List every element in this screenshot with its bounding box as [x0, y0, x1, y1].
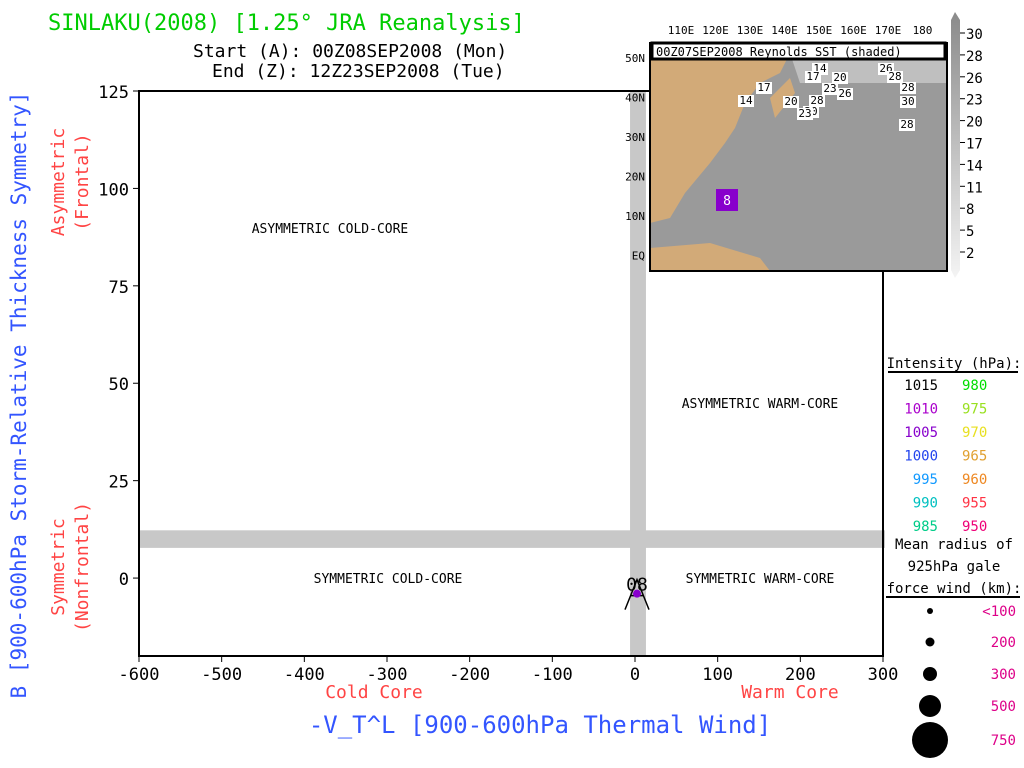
intensity-value: 965	[962, 449, 987, 465]
radius-legend-title: force wind (km):	[887, 581, 1022, 597]
lon-label: 150E	[806, 24, 833, 37]
quadrant-label-ll: SYMMETRIC COLD-CORE	[314, 572, 463, 587]
x-axis-label: -V_T^L [900-600hPa Thermal Wind]	[309, 711, 771, 739]
intensity-value: 995	[913, 472, 938, 488]
asymmetric-label: Asymmetric	[48, 128, 69, 236]
radius-legend-title: Mean radius of	[895, 537, 1013, 553]
radius-value: 200	[991, 635, 1016, 651]
contour-label: 28	[901, 81, 914, 94]
x-tick-label: -200	[449, 665, 490, 685]
y-axis-label: B [900-600hPa Storm-Relative Thickness S…	[7, 92, 31, 699]
x-tick-label: -500	[201, 665, 242, 685]
contour-label: 28	[900, 118, 913, 131]
lon-label: 130E	[737, 24, 764, 37]
lon-label: 140E	[771, 24, 798, 37]
start-time: Start (A): 00Z08SEP2008 (Mon)	[193, 41, 507, 62]
lon-label: 110E	[668, 24, 695, 37]
radius-circle	[927, 608, 933, 614]
lat-label: 50N	[625, 52, 645, 65]
y-tick-label: 25	[109, 473, 129, 493]
x-tick-label: 0	[630, 665, 640, 685]
lon-label: 120E	[702, 24, 729, 37]
x-tick-label: 300	[868, 665, 899, 685]
y-tick-label: 125	[98, 83, 129, 103]
colorbar-label: 8	[966, 202, 974, 218]
intensity-value: 990	[913, 496, 938, 512]
intensity-value: 960	[962, 472, 987, 488]
colorbar-label: 26	[966, 71, 983, 87]
radius-circle	[925, 637, 935, 647]
x-tick-label: -600	[119, 665, 160, 685]
colorbar-label: 17	[966, 137, 983, 153]
colorbar-label: 30	[966, 27, 983, 43]
quadrant-label-ul: ASYMMETRIC COLD-CORE	[252, 222, 409, 237]
symmetric-label: Symmetric	[48, 518, 69, 616]
inset-title: 00Z07SEP2008 Reynolds SST (shaded)	[656, 45, 902, 59]
contour-label: 23	[823, 82, 836, 95]
contour-label: 23	[798, 107, 811, 120]
intensity-value: 980	[962, 378, 987, 394]
x-tick-label: -100	[532, 665, 573, 685]
lat-label: 20N	[625, 171, 645, 184]
colorbar-label: 5	[966, 224, 974, 240]
intensity-value: 1000	[904, 449, 938, 465]
radius-circle	[919, 695, 941, 717]
radius-circle	[923, 667, 937, 681]
lat-label: EQ	[632, 250, 645, 263]
intensity-value: 955	[962, 496, 987, 512]
radius-value: 750	[991, 733, 1016, 749]
contour-label: 20	[784, 95, 797, 108]
quadrant-label-lr: SYMMETRIC WARM-CORE	[686, 572, 835, 587]
intensity-legend-title: Intensity (hPa):	[887, 356, 1022, 372]
y-tick-label: 75	[109, 278, 129, 298]
intensity-value: 1005	[904, 425, 938, 441]
colorbar-label: 2	[966, 246, 974, 262]
nonfrontal-label: (Nonfrontal)	[72, 502, 93, 632]
contour-label: 28	[888, 70, 901, 83]
symmetry-band	[139, 530, 885, 548]
y-tick-label: 0	[119, 570, 129, 590]
radius-value: <100	[982, 604, 1016, 620]
contour-label: 17	[757, 81, 770, 94]
lat-label: 40N	[625, 92, 645, 105]
storm-marker-label: 8	[723, 194, 731, 209]
cold-core-label: Cold Core	[325, 682, 423, 703]
contour-label: 14	[739, 94, 753, 107]
colorbar-label: 28	[966, 49, 983, 65]
intensity-value: 1015	[904, 378, 938, 394]
y-tick-label: 50	[109, 375, 129, 395]
lon-label: 170E	[875, 24, 902, 37]
radius-legend-title: 925hPa gale	[908, 559, 1001, 575]
colorbar-label: 23	[966, 93, 983, 109]
frontal-label: (Frontal)	[72, 133, 93, 231]
x-tick-label: 100	[702, 665, 733, 685]
radius-circle	[912, 722, 948, 758]
radius-value: 300	[991, 667, 1016, 683]
colorbar-label: 14	[966, 158, 983, 174]
colorbar-label: 11	[966, 180, 983, 196]
contour-label: 30	[901, 95, 914, 108]
x-tick-label: -400	[284, 665, 325, 685]
quadrant-label-ur: ASYMMETRIC WARM-CORE	[682, 397, 839, 412]
lon-label: 180	[913, 24, 933, 37]
warm-core-label: Warm Core	[741, 682, 839, 703]
sst-colorbar	[951, 12, 960, 278]
colorbar-label: 20	[966, 115, 983, 131]
intensity-value: 1010	[904, 402, 938, 418]
intensity-value: 985	[913, 519, 938, 535]
intensity-value: 950	[962, 519, 987, 535]
intensity-value: 970	[962, 425, 987, 441]
radius-value: 500	[991, 699, 1016, 715]
lat-label: 30N	[625, 131, 645, 144]
point-date-label: 08	[626, 575, 648, 596]
chart-title: SINLAKU(2008) [1.25° JRA Reanalysis]	[48, 11, 525, 36]
end-time: End (Z): 12Z23SEP2008 (Tue)	[212, 61, 505, 82]
y-tick-label: 100	[98, 180, 129, 200]
contour-label: 17	[806, 70, 819, 83]
lat-label: 10N	[625, 210, 645, 223]
intensity-value: 975	[962, 402, 987, 418]
lon-label: 160E	[840, 24, 867, 37]
cyclone-phase-diagram: SINLAKU(2008) [1.25° JRA Reanalysis] Star…	[7, 11, 1022, 758]
contour-label: 26	[838, 87, 851, 100]
